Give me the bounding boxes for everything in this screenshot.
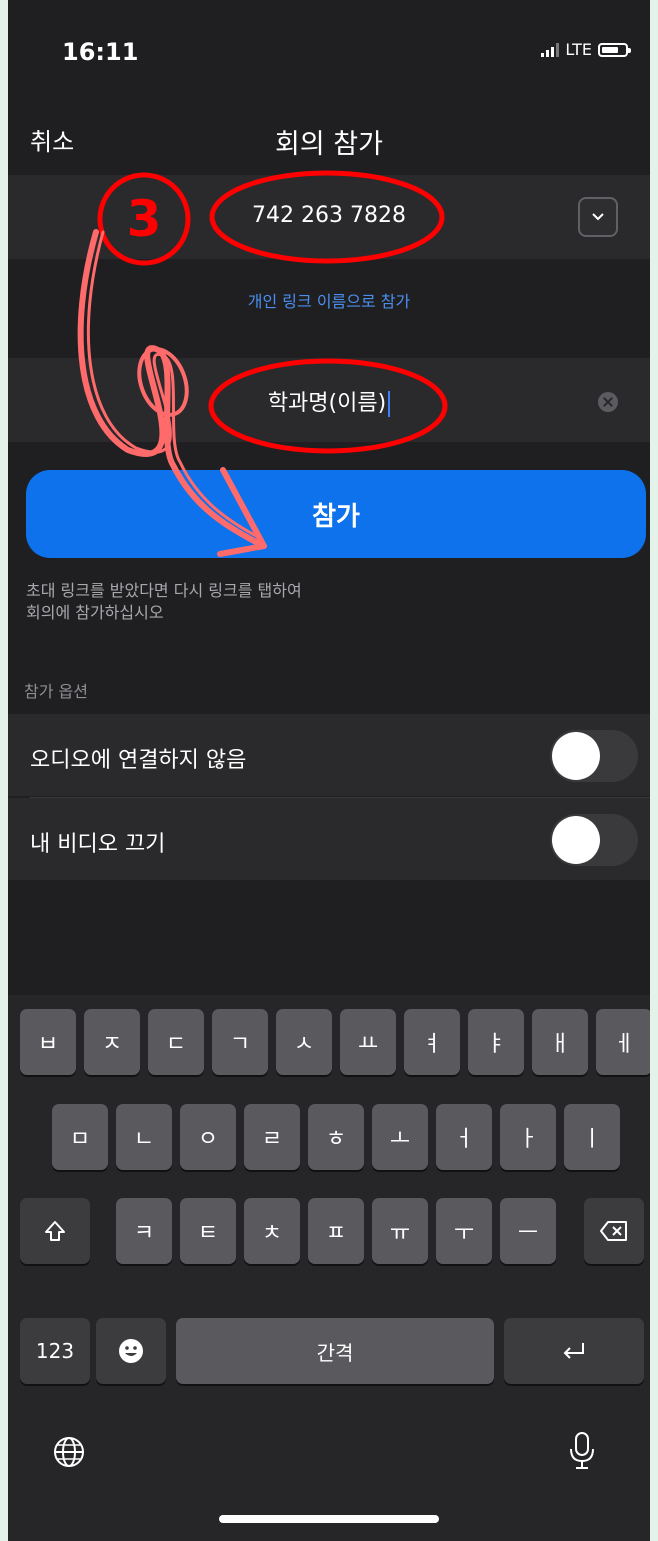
numbers-key[interactable]: 123 <box>20 1318 90 1384</box>
globe-key[interactable] <box>52 1435 86 1473</box>
option-no-audio-row: 오디오에 연결하지 않음 <box>8 714 650 796</box>
key-ㅡ[interactable]: ㅡ <box>500 1198 556 1264</box>
option-video-off-row: 내 비디오 끄기 <box>8 798 650 880</box>
key-ㅌ[interactable]: ㅌ <box>180 1198 236 1264</box>
join-options-header: 참가 옵션 <box>24 682 88 701</box>
delete-key[interactable] <box>584 1198 644 1264</box>
toggle-knob <box>552 732 600 780</box>
key-ㅣ[interactable]: ㅣ <box>564 1104 620 1170</box>
key-ㅇ[interactable]: ㅇ <box>180 1104 236 1170</box>
shift-icon <box>45 1221 65 1241</box>
status-indicators: LTE <box>541 40 631 59</box>
return-icon <box>563 1343 584 1359</box>
option-no-audio-label: 오디오에 연결하지 않음 <box>30 748 247 773</box>
key-ㅑ[interactable]: ㅑ <box>468 1009 524 1075</box>
shift-key[interactable] <box>20 1198 90 1264</box>
key-ㅈ[interactable]: ㅈ <box>84 1009 140 1075</box>
key-ㅁ[interactable]: ㅁ <box>52 1104 108 1170</box>
cancel-button[interactable]: 취소 <box>30 122 74 157</box>
delete-icon <box>600 1221 627 1241</box>
zoom-join-screen: 16:11 LTE 회의 참가 취소 742 263 7828 개인 링크 이름… <box>8 0 650 1541</box>
display-name-input[interactable]: 학과명(이름) <box>8 385 650 417</box>
key-ㅏ[interactable]: ㅏ <box>500 1104 556 1170</box>
display-name-field[interactable]: 학과명(이름) <box>8 358 650 442</box>
meeting-id-value: 742 263 7828 <box>252 203 406 228</box>
page-title: 회의 참가 <box>275 129 383 160</box>
key-ㅕ[interactable]: ㅕ <box>404 1009 460 1075</box>
microphone-icon <box>570 1432 594 1469</box>
key-ㄱ[interactable]: ㄱ <box>212 1009 268 1075</box>
status-time: 16:11 <box>62 38 139 66</box>
key-ㅔ[interactable]: ㅔ <box>596 1009 650 1075</box>
meeting-id-dropdown-button[interactable] <box>578 197 618 237</box>
home-indicator[interactable] <box>219 1515 439 1523</box>
signal-icon <box>541 42 560 57</box>
key-ㅎ[interactable]: ㅎ <box>308 1104 364 1170</box>
key-ㅗ[interactable]: ㅗ <box>372 1104 428 1170</box>
meeting-id-field[interactable]: 742 263 7828 <box>8 175 650 259</box>
key-ㅛ[interactable]: ㅛ <box>340 1009 396 1075</box>
key-ㄷ[interactable]: ㄷ <box>148 1009 204 1075</box>
battery-icon <box>598 42 631 57</box>
key-ㄹ[interactable]: ㄹ <box>244 1104 300 1170</box>
clear-icon[interactable] <box>598 392 618 412</box>
return-key[interactable] <box>504 1318 644 1384</box>
dictation-key[interactable] <box>568 1431 596 1475</box>
emoji-key[interactable] <box>96 1318 166 1384</box>
key-ㅂ[interactable]: ㅂ <box>20 1009 76 1075</box>
display-name-value: 학과명(이름) <box>267 391 387 416</box>
toggle-knob <box>552 816 600 864</box>
option-video-off-label: 내 비디오 끄기 <box>30 832 166 857</box>
space-key[interactable]: 간격 <box>176 1318 494 1384</box>
key-ㅐ[interactable]: ㅐ <box>532 1009 588 1075</box>
key-ㅅ[interactable]: ㅅ <box>276 1009 332 1075</box>
key-ㅓ[interactable]: ㅓ <box>436 1104 492 1170</box>
personal-link-join-link[interactable]: 개인 링크 이름으로 참가 <box>8 288 650 312</box>
option-no-audio-toggle[interactable] <box>550 730 638 782</box>
key-ㅜ[interactable]: ㅜ <box>436 1198 492 1264</box>
network-type: LTE <box>565 40 592 59</box>
key-ㄴ[interactable]: ㄴ <box>116 1104 172 1170</box>
key-ㅠ[interactable]: ㅠ <box>372 1198 428 1264</box>
join-button[interactable]: 참가 <box>26 470 646 558</box>
key-ㅍ[interactable]: ㅍ <box>308 1198 364 1264</box>
emoji-icon <box>119 1339 143 1363</box>
key-ㅋ[interactable]: ㅋ <box>116 1198 172 1264</box>
chevron-down-icon <box>592 213 604 221</box>
option-video-off-toggle[interactable] <box>550 814 638 866</box>
text-caret <box>388 391 391 417</box>
globe-icon <box>54 1437 84 1467</box>
key-ㅊ[interactable]: ㅊ <box>244 1198 300 1264</box>
korean-keyboard: ㅂㅈㄷㄱㅅㅛㅕㅑㅐㅔ ㅁㄴㅇㄹㅎㅗㅓㅏㅣ ㅋㅌㅊㅍㅠㅜㅡ 123 간격 <box>8 995 650 1541</box>
invite-link-hint: 초대 링크를 받았다면 다시 링크를 탭하여 회의에 참가하십시오 <box>26 581 302 622</box>
